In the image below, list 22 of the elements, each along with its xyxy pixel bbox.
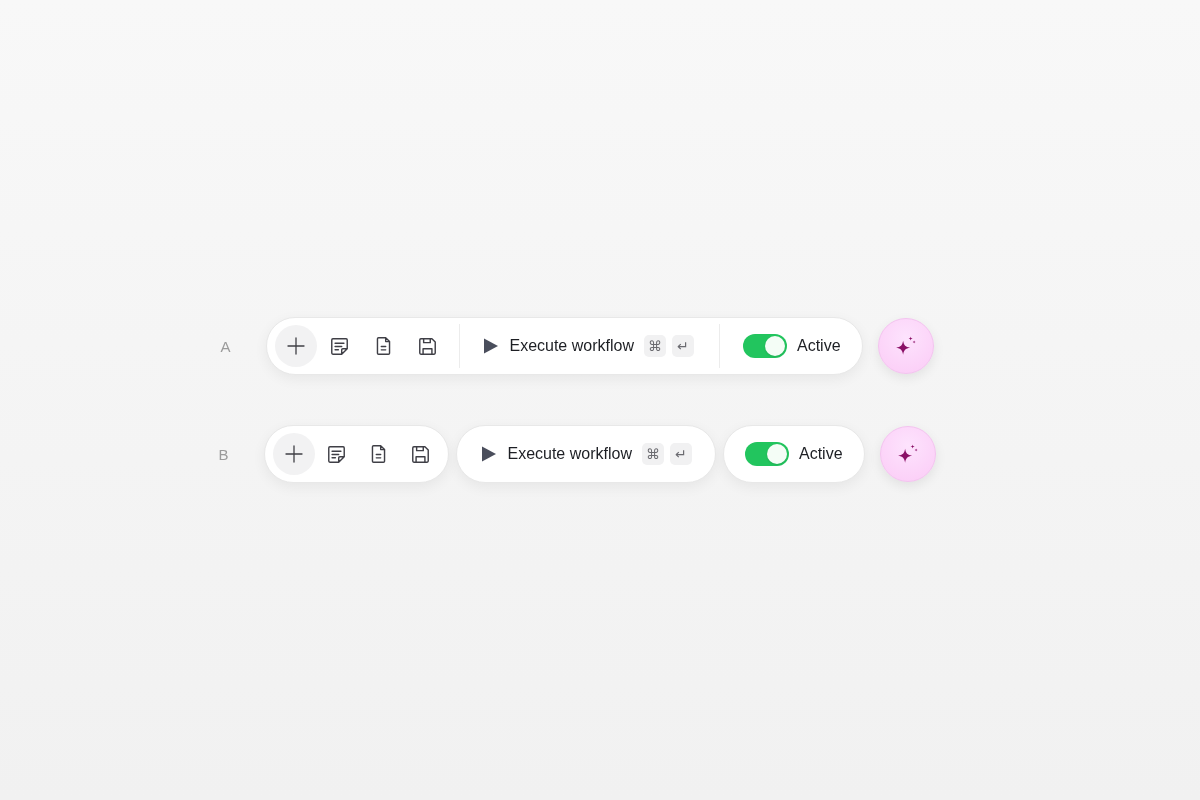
shortcut-key: ⌘ [641,443,664,465]
execute-workflow-button[interactable]: Execute workflow ⌘ ↵ [484,334,694,358]
play-icon [484,338,499,354]
play-icon [482,446,497,462]
document-icon [370,445,386,463]
shortcut-key: ↵ [671,335,694,357]
document-icon [375,337,391,355]
plus-icon [287,337,306,355]
shortcut-key: ⌘ [643,335,666,357]
toggle-switch[interactable] [742,334,787,358]
row-label: B [218,445,229,463]
toggle-label: Active [796,337,841,355]
toggle-switch[interactable] [744,442,789,466]
sticky-note-icon [327,445,345,463]
add-button[interactable] [273,433,316,475]
add-button[interactable] [275,325,318,367]
sticky-note-icon [330,337,348,355]
shortcut-key: ↵ [669,443,692,465]
execute-workflow-button[interactable]: Execute workflow ⌘ ↵ [482,442,692,466]
toggle-label: Active [798,445,843,463]
row-label: A [220,337,231,355]
plus-icon [285,445,304,463]
